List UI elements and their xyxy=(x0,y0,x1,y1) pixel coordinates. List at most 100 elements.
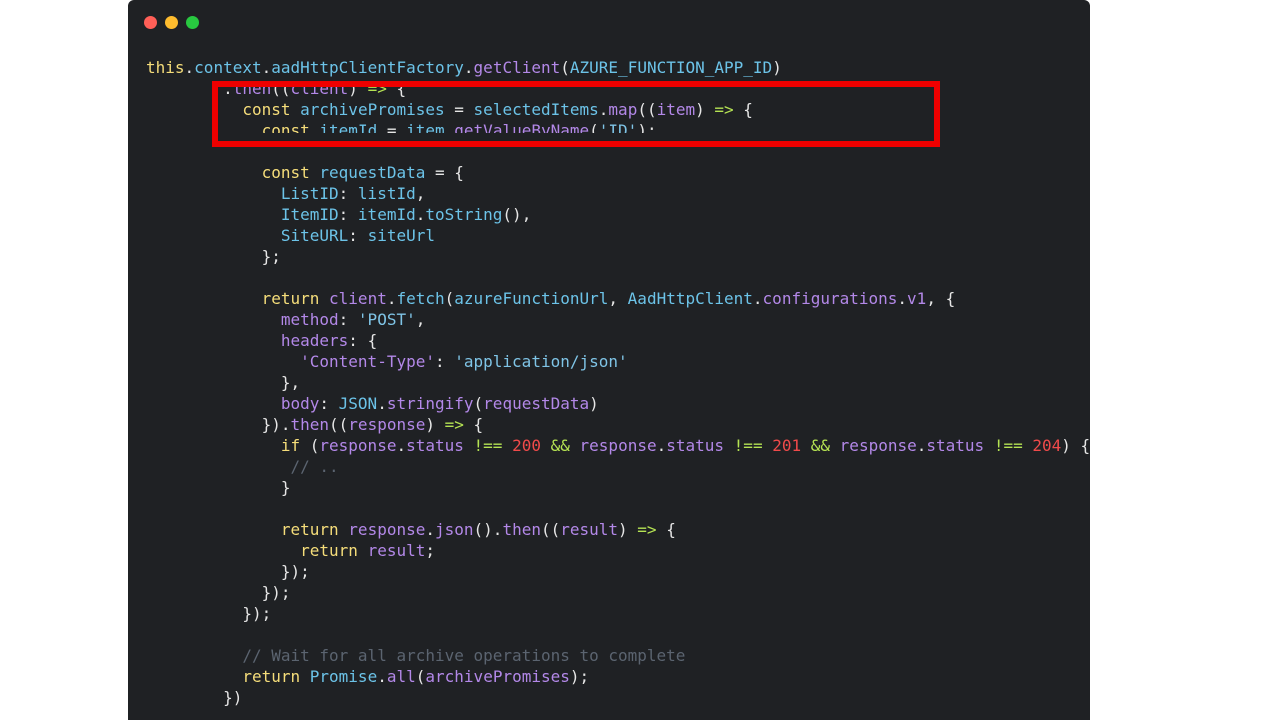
code-token: response xyxy=(839,436,917,455)
code-line-22: }); xyxy=(146,561,1090,582)
minimize-dot-icon[interactable] xyxy=(165,16,178,29)
code-token: . xyxy=(415,205,426,224)
code-line-23: }); xyxy=(146,582,1090,603)
code-token: !== xyxy=(473,436,503,455)
code-line-18: // .. xyxy=(146,456,1090,477)
code-token: item xyxy=(656,100,696,119)
code-token: result xyxy=(560,520,619,539)
code-token: : xyxy=(319,394,339,413)
code-token: return xyxy=(300,541,358,560)
code-token: fetch xyxy=(396,289,445,308)
code-token: method xyxy=(280,310,339,329)
code-token: status xyxy=(666,436,725,455)
code-token: }; xyxy=(261,247,281,266)
code-line-27: }) xyxy=(146,687,1090,708)
code-token: ) xyxy=(772,58,782,77)
code-line-11: method: 'POST', xyxy=(146,309,1090,330)
code-token: 'Content-Type' xyxy=(300,352,435,371)
code-token: this xyxy=(146,58,185,77)
code-token: requestData xyxy=(319,163,426,182)
close-dot-icon[interactable] xyxy=(144,16,157,29)
maximize-dot-icon[interactable] xyxy=(186,16,199,29)
code-token: all xyxy=(386,667,416,686)
code-token: . xyxy=(463,58,474,77)
code-token: ( xyxy=(444,289,455,308)
code-token: 200 xyxy=(512,436,541,455)
code-token: (( xyxy=(637,100,657,119)
code-token: . xyxy=(425,520,435,539)
code-token: stringify xyxy=(386,394,474,413)
code-token: ItemID xyxy=(280,205,339,224)
code-token: . xyxy=(752,289,763,308)
code-token: map xyxy=(608,100,638,119)
window-controls xyxy=(144,16,199,29)
code-line-16: }).then((response) => { xyxy=(146,414,1090,435)
code-token: , xyxy=(608,289,628,308)
code-token: context xyxy=(194,58,262,77)
code-token: status xyxy=(926,436,985,455)
code-line-17: if (response.status !== 200 && response.… xyxy=(146,435,1090,456)
code-token: => xyxy=(444,415,464,434)
code-comment: // Wait for all archive operations to co… xyxy=(242,646,686,665)
code-token: : xyxy=(338,310,358,329)
code-token: response xyxy=(579,436,657,455)
code-token: Promise xyxy=(309,667,378,686)
code-token: => xyxy=(714,100,734,119)
code-token: => xyxy=(637,520,657,539)
code-token: ) xyxy=(589,394,599,413)
code-token: const xyxy=(261,163,310,182)
code-token: 201 xyxy=(772,436,802,455)
code-token: return xyxy=(242,667,301,686)
code-token: (( xyxy=(540,520,561,539)
code-token: if xyxy=(280,436,301,455)
code-line-6: ListID: listId, xyxy=(146,183,1090,204)
code-token: : { xyxy=(348,331,378,350)
code-token: item xyxy=(406,121,445,140)
code-token: && xyxy=(810,436,831,455)
code-line-15: body: JSON.stringify(requestData) xyxy=(146,393,1090,414)
code-token: . xyxy=(184,58,195,77)
code-token: { xyxy=(656,520,676,539)
code-token: ) xyxy=(618,520,638,539)
code-token: . xyxy=(261,58,272,77)
code-token: archivePromises xyxy=(300,100,445,119)
code-token: client xyxy=(329,289,387,308)
code-token: . xyxy=(377,394,387,413)
code-window: this.context.aadHttpClientFactory.getCli… xyxy=(128,0,1090,720)
code-token: , { xyxy=(926,289,956,308)
code-token: status xyxy=(406,436,464,455)
code-token: !== xyxy=(733,436,763,455)
code-token: . xyxy=(223,79,233,98)
code-token: (( xyxy=(271,79,291,98)
code-token: response xyxy=(348,415,426,434)
code-token: then xyxy=(502,520,541,539)
code-token: ( xyxy=(560,58,570,77)
code-token: AZURE_FUNCTION_APP_ID xyxy=(569,58,773,77)
